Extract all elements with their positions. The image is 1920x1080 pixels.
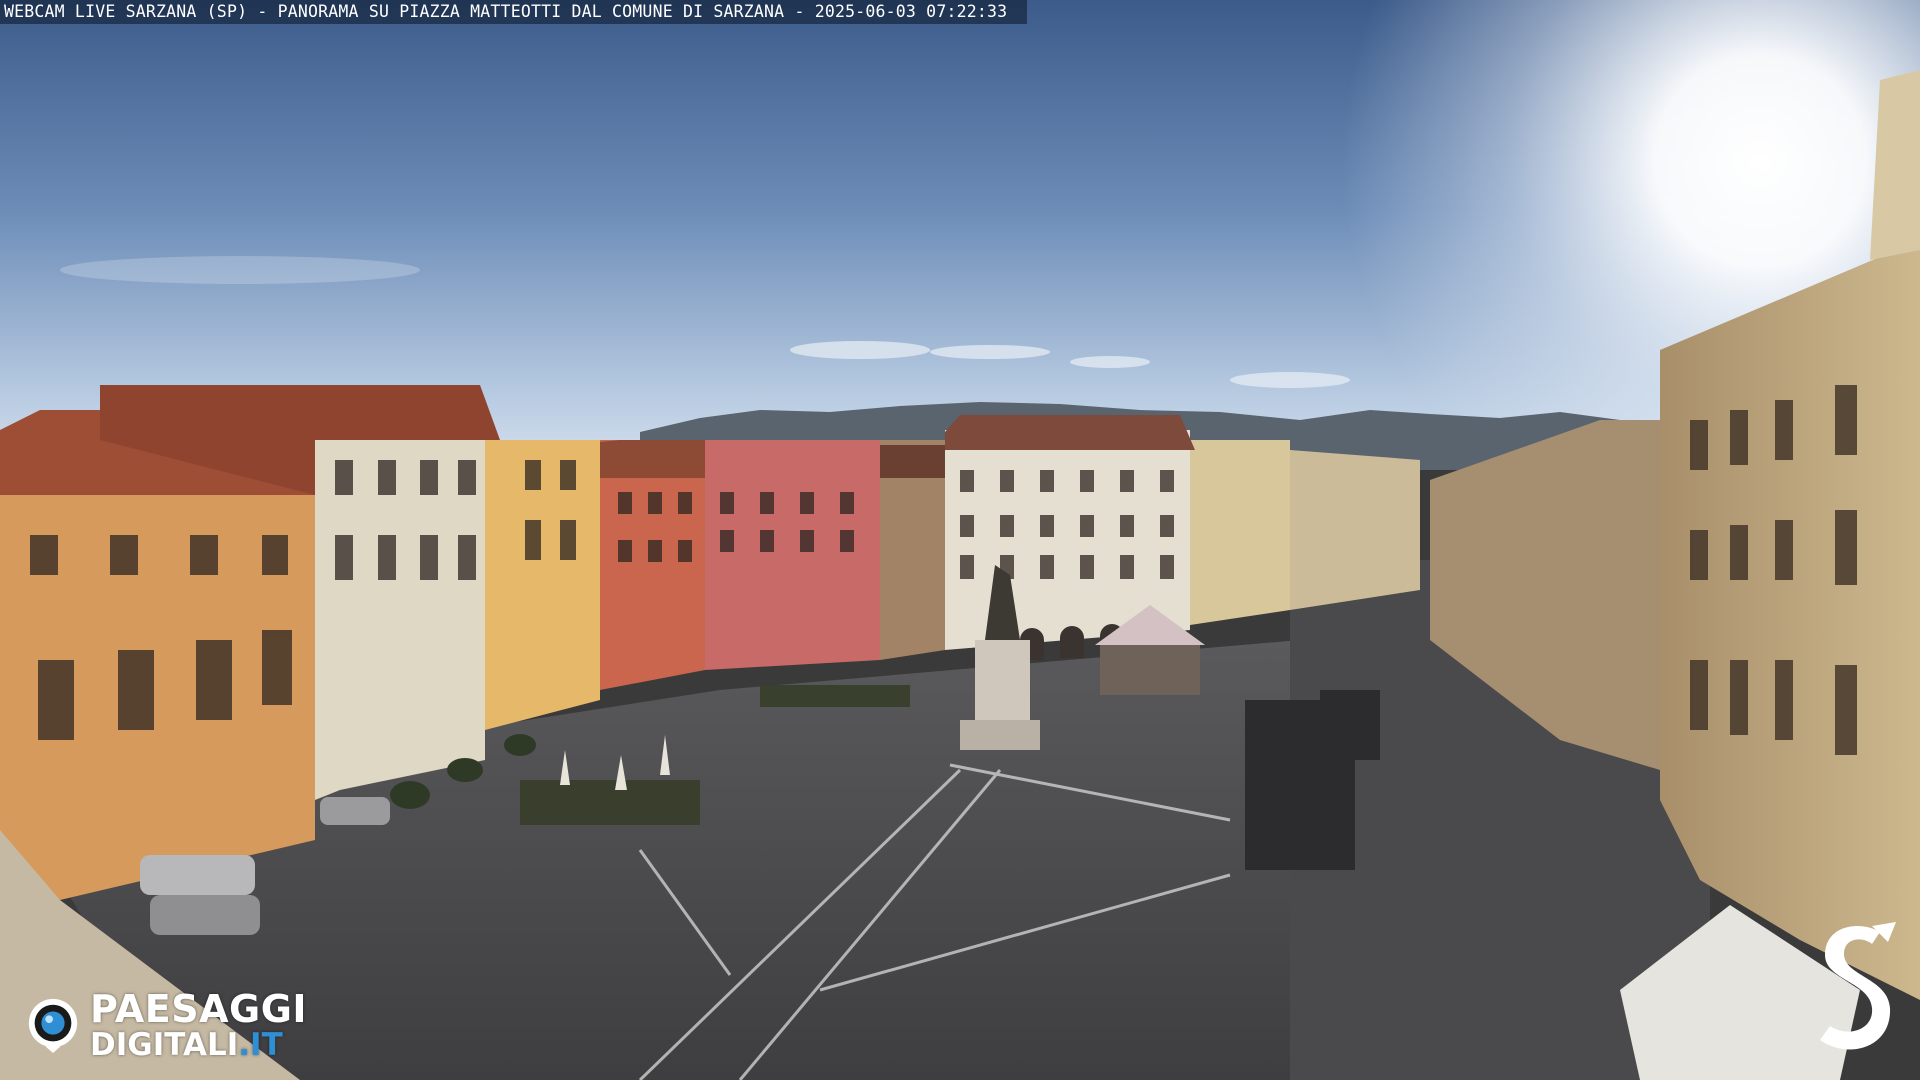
webcam-caption: WEBCAM LIVE SARZANA (SP) - PANORAMA SU P… [0, 0, 1028, 24]
camera-lens-icon [28, 998, 78, 1054]
logo-line-1: PAESAGGI [90, 986, 308, 1031]
logo-line-2: DIGITALI [90, 1026, 239, 1063]
brand-s-logo [1820, 922, 1896, 1050]
logo-tld: .IT [238, 1026, 283, 1063]
webcam-scene [0, 0, 1920, 1080]
paesaggi-digitali-logo: PAESAGGI DIGITALI.IT [24, 990, 307, 1060]
